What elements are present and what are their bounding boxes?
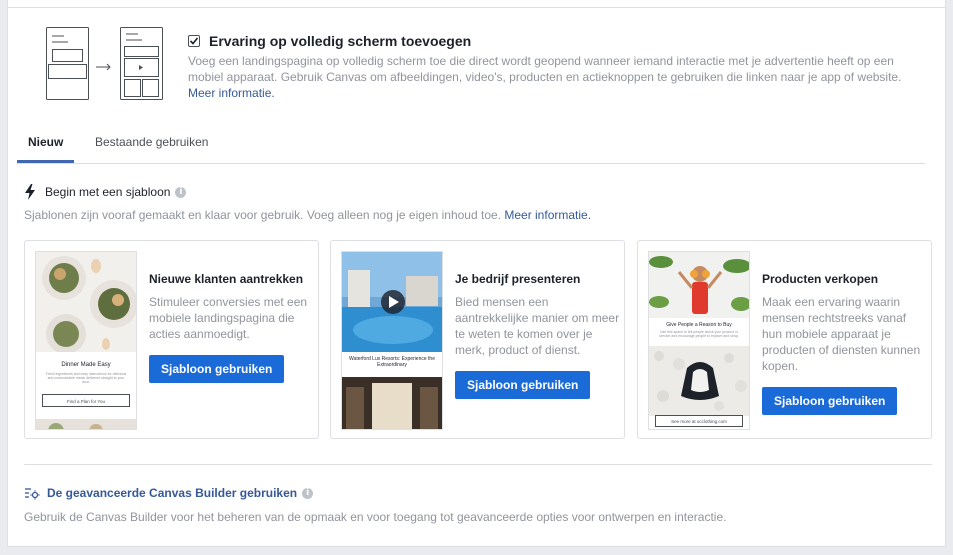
card-title: Producten verkopen [762,272,879,286]
info-icon[interactable]: i [175,186,187,198]
fullscreen-title: Ervaring op volledig scherm toevoegen [209,33,472,49]
card-title: Je bedrijf presenteren [455,272,581,286]
section-divider [24,464,932,465]
use-template-button[interactable]: Sjabloon gebruiken [149,355,285,383]
product-image [649,252,749,318]
use-template-button[interactable]: Sjabloon gebruiken [455,371,591,399]
template-card-sell-products: Give People a Reason to Buy Use this spa… [637,240,932,439]
card-description: Stimuleer conversies met een mobiele lan… [149,295,308,341]
canvas-builder-description: Gebruik de Canvas Builder voor het beher… [24,510,727,524]
thumb-heading: Waterford Lux Resorts: Experience the Ex… [349,356,435,368]
template-card-new-customers: Dinner Made Easy Fresh ingredients and e… [24,240,319,439]
template-thumbnail-food[interactable]: Dinner Made Easy Fresh ingredients and e… [35,251,137,430]
thumb-button: See more at occlothing.com [655,415,743,427]
lightning-icon [25,184,35,200]
lobby-image [342,377,442,429]
fullscreen-description-text: Voeg een landingspagina op volledig sche… [188,54,902,84]
thumb-heading: Give People a Reason to Buy [666,322,732,328]
food-strip-image [36,419,136,429]
thumb-heading: Dinner Made Easy [61,362,111,368]
resort-image [342,252,442,352]
tab-bestaande-gebruiken[interactable]: Bestaande gebruiken [95,135,208,149]
fullscreen-learn-more-link[interactable]: Meer informatie. [188,86,275,100]
tabs: Nieuw Bestaande gebruiken [17,127,925,164]
template-thumbnail-products[interactable]: Give People a Reason to Buy Use this spa… [648,251,750,430]
canvas-builder-link[interactable]: De geavanceerde Canvas Builder gebruiken [47,486,297,500]
template-card-present-business: Waterford Lux Resorts: Experience the Ex… [330,240,625,439]
food-image [36,252,136,352]
thumb-button: Find a Plan for You [42,394,130,407]
pebbles-image [649,346,749,416]
thumb-text: Use this space to tell people about your… [659,330,739,338]
fullscreen-description: Voeg een landingspagina op volledig sche… [188,53,928,101]
template-section-description-text: Sjablonen zijn vooraf gemaakt en klaar v… [24,208,501,222]
card-title: Nieuwe klanten aantrekken [149,272,304,286]
card-description: Bied mensen een aantrekkelijke manier om… [455,295,620,357]
use-template-button[interactable]: Sjabloon gebruiken [762,387,898,415]
fullscreen-checkbox[interactable] [188,35,200,47]
template-thumbnail-resort[interactable]: Waterford Lux Resorts: Experience the Ex… [341,251,443,430]
fullscreen-checkbox-row[interactable]: Ervaring op volledig scherm toevoegen [188,33,471,49]
card-description: Maak een ervaring waarin mensen rechtstr… [762,295,921,373]
active-tab-indicator [17,160,74,163]
info-icon[interactable]: i [302,487,314,499]
top-divider [7,7,946,8]
checkmark-icon [189,37,199,45]
template-learn-more-link[interactable]: Meer informatie. [504,208,591,222]
template-section-heading: Begin met een sjabloon i [24,184,187,200]
tab-nieuw[interactable]: Nieuw [28,135,63,149]
template-section-title: Begin met een sjabloon [45,185,171,199]
canvas-builder-row[interactable]: De geavanceerde Canvas Builder gebruiken… [24,486,314,500]
thumb-text: Fresh ingredients and easy instructions … [45,372,127,384]
canvas-builder-gear-icon [25,488,40,500]
template-section-description: Sjablonen zijn vooraf gemaakt en klaar v… [24,208,591,222]
fullscreen-diagram-icon [46,27,163,100]
